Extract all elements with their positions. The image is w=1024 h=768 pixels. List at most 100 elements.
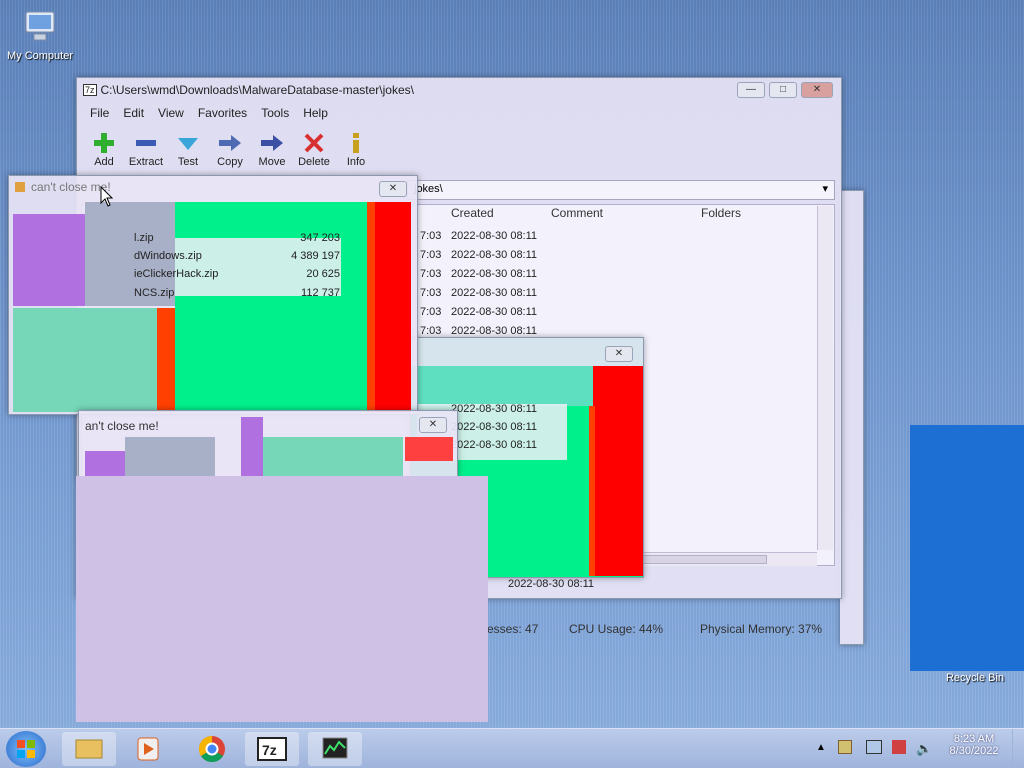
start-button[interactable] (6, 731, 46, 767)
windows-logo-icon (17, 740, 35, 758)
column-header-created[interactable]: Created (451, 206, 494, 220)
prank-file-name: ieClickerHack.zip (134, 268, 219, 280)
prank-window-1: can't close me! ✕ (8, 175, 418, 415)
minimize-button[interactable]: — (737, 82, 765, 98)
svg-text:7z: 7z (262, 742, 277, 758)
taskbar-task-manager[interactable] (308, 732, 362, 766)
tray-icon-1[interactable] (838, 740, 852, 754)
toolbar-delete-button[interactable]: Delete (293, 130, 335, 168)
plus-icon (94, 133, 114, 153)
row-created-date: 2022-08-30 08:11 (451, 421, 538, 433)
taskbar-chrome[interactable] (185, 732, 239, 766)
media-player-icon (137, 737, 159, 761)
teal-block (13, 308, 175, 412)
taskbar-explorer[interactable] (62, 732, 116, 766)
arrow-right-icon (261, 135, 283, 151)
explorer-icon (75, 739, 103, 759)
row-modified-time: 7:03 (420, 268, 442, 280)
x-icon (304, 133, 324, 153)
speaker-icon[interactable]: 🔈 (916, 741, 932, 757)
lavender-overlay (76, 476, 488, 722)
row-created-date: 2022-08-30 08:11 (451, 403, 538, 415)
prank-window-2-orange-strip (589, 406, 595, 576)
row-modified-time: 7:03 (420, 306, 442, 318)
orange-edge (367, 202, 375, 412)
row-modified-time: 7:03 (420, 325, 442, 337)
desktop-icon-label: Recycle Bin (945, 672, 1005, 684)
status-cpu: CPU Usage: 44% (569, 622, 664, 636)
menu-edit[interactable]: Edit (116, 104, 151, 122)
prank-file-size: 20 625 (306, 268, 340, 280)
desktop-icon-my-computer[interactable]: My Computer (0, 8, 80, 62)
mouse-cursor-icon (100, 186, 114, 207)
menu-view[interactable]: View (151, 104, 191, 122)
task-manager-window (840, 190, 864, 645)
maximize-button[interactable]: □ (769, 82, 797, 98)
teal-block (263, 437, 403, 479)
clock[interactable]: 8:23 AM 8/30/2022 (944, 733, 1004, 757)
show-desktop-button[interactable] (1012, 729, 1024, 768)
address-bar[interactable]: jokes\ ▾ (407, 180, 835, 200)
prank-window-2-red-bar (593, 366, 643, 576)
column-header-folders[interactable]: Folders (701, 206, 741, 220)
status-processes: esses: 47 (487, 622, 539, 636)
desktop-artifact-panel (910, 425, 1024, 671)
close-button[interactable]: ✕ (419, 417, 447, 433)
sevenzip-menubar: File Edit View Favorites Tools Help (83, 104, 335, 122)
taskbar-7zip[interactable]: 7z (245, 732, 299, 766)
prank-window-3: an't close me! ✕ (78, 410, 458, 480)
7zip-icon: 7z (257, 737, 287, 761)
gray-block (125, 437, 215, 479)
toolbar-label: Copy (217, 156, 243, 168)
prank-file-name: NCS.zip (134, 287, 175, 299)
row-created-date: 2022-08-30 08:11 (451, 439, 538, 451)
purple-block (13, 214, 85, 306)
toolbar-move-button[interactable]: Move (251, 130, 293, 168)
prank-file-size: 112 737 (301, 287, 340, 299)
double-arrow-icon (219, 135, 241, 151)
row-created-date: 2022-08-30 08:11 (451, 325, 538, 337)
clock-date: 8/30/2022 (949, 745, 999, 757)
toolbar-extract-button[interactable]: Extract (125, 130, 167, 168)
taskmgr-icon (322, 737, 348, 759)
minus-icon (136, 140, 156, 146)
toolbar-label: Info (346, 156, 366, 168)
toolbar-label: Extract (128, 156, 164, 168)
taskbar: 7z ▲ 🔈 8:23 AM 8/30/2022 (0, 728, 1024, 768)
row-created-date: 2022-08-30 08:11 (451, 287, 538, 299)
purple-block (85, 451, 125, 479)
prank-title: can't close me! (31, 180, 111, 194)
flag-icon[interactable] (892, 740, 906, 754)
row-created-date: 2022-08-30 08:11 (451, 249, 538, 261)
orange-strip (157, 308, 175, 412)
toolbar-add-button[interactable]: Add (83, 130, 125, 168)
row-modified-time: 7:03 (420, 230, 442, 242)
check-icon (178, 138, 198, 150)
toolbar-copy-button[interactable]: Copy (209, 130, 251, 168)
menu-help[interactable]: Help (296, 104, 335, 122)
vertical-scrollbar[interactable] (817, 206, 833, 550)
network-icon[interactable] (866, 740, 882, 754)
prank-window-1-titlebar[interactable]: can't close me! (9, 176, 417, 198)
close-button[interactable]: ✕ (379, 181, 407, 197)
toolbar-test-button[interactable]: Test (167, 130, 209, 168)
info-icon (353, 133, 359, 153)
prank-file-size: 4 389 197 (291, 250, 340, 262)
status-memory: Physical Memory: 37% (700, 622, 823, 636)
toolbar-info-button[interactable]: Info (335, 130, 377, 168)
desktop-icon-label: My Computer (6, 50, 74, 62)
menu-favorites[interactable]: Favorites (191, 104, 254, 122)
close-button[interactable]: ✕ (605, 346, 633, 362)
address-path: jokes\ (414, 183, 443, 195)
chevron-up-icon[interactable]: ▲ (816, 742, 826, 753)
sevenzip-titlebar[interactable]: 7z C:\Users\wmd\Downloads\MalwareDatabas… (77, 78, 841, 102)
menu-file[interactable]: File (83, 104, 116, 122)
taskbar-media-player[interactable] (122, 732, 176, 766)
toolbar-label: Delete (298, 156, 330, 168)
window-icon (15, 182, 25, 192)
chrome-icon (198, 735, 225, 763)
chevron-down-icon[interactable]: ▾ (822, 182, 828, 195)
menu-tools[interactable]: Tools (254, 104, 296, 122)
close-button[interactable]: ✕ (801, 82, 833, 98)
column-header-comment[interactable]: Comment (551, 206, 603, 220)
